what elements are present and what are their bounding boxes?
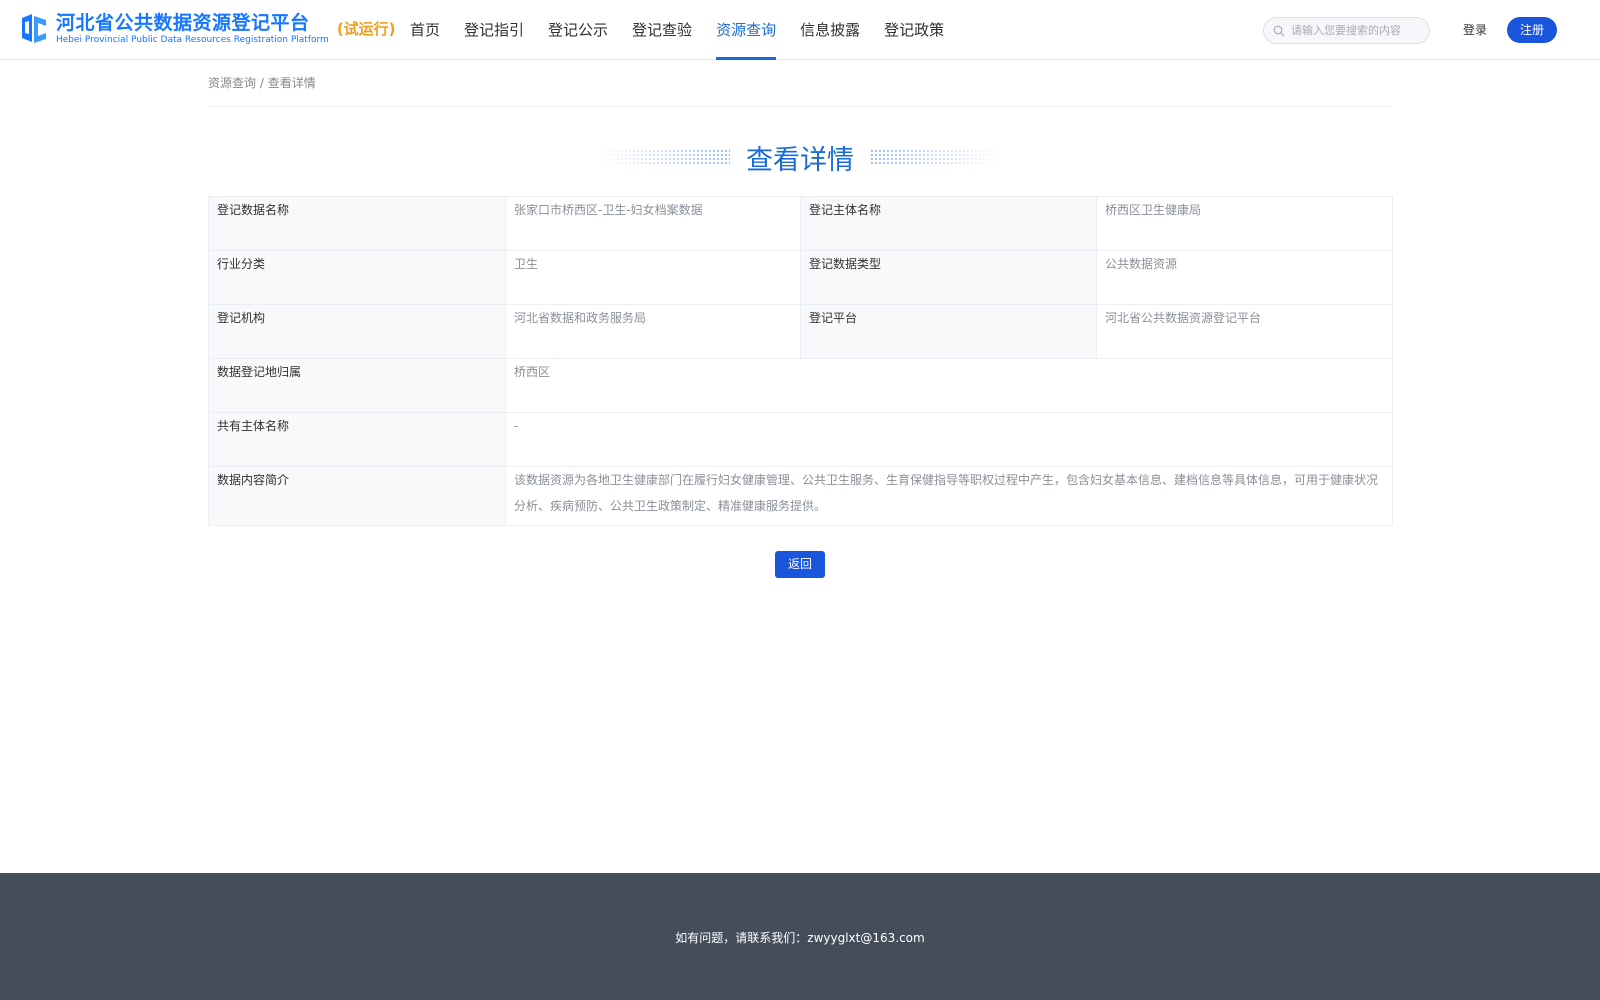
detail-table: 登记数据名称 张家口市桥西区-卫生-妇女档案数据 登记主体名称 桥西区卫生健康局…: [208, 196, 1393, 526]
search-box: [1263, 17, 1430, 44]
field-value: 公共数据资源: [1096, 250, 1393, 305]
nav-item-guide[interactable]: 登记指引: [464, 0, 524, 60]
site-logo[interactable]: 河北省公共数据资源登记平台 Hebei Provincial Public Da…: [18, 12, 396, 46]
field-value: 桥西区卫生健康局: [1096, 196, 1393, 251]
breadcrumb-parent[interactable]: 资源查询: [208, 76, 256, 90]
field-value: 河北省数据和政务服务局: [505, 304, 801, 359]
field-label: 登记平台: [800, 304, 1097, 359]
title-left-decoration: [600, 149, 730, 165]
field-label: 共有主体名称: [208, 412, 506, 467]
table-row: 登记数据名称 张家口市桥西区-卫生-妇女档案数据 登记主体名称 桥西区卫生健康局: [208, 196, 1393, 251]
field-label: 数据内容简介: [208, 466, 506, 526]
breadcrumb: 资源查询 / 查看详情: [208, 74, 1392, 107]
page-title-area: 查看详情: [208, 132, 1392, 182]
field-label: 行业分类: [208, 250, 506, 305]
field-value-description: 该数据资源为各地卫生健康部门在履行妇女健康管理、公共卫生服务、生育保健指导等职权…: [505, 466, 1393, 526]
nav-item-publicity[interactable]: 登记公示: [548, 0, 608, 60]
nav-item-policy[interactable]: 登记政策: [884, 0, 944, 60]
field-label: 登记主体名称: [800, 196, 1097, 251]
search-input[interactable]: [1291, 24, 1426, 37]
login-link[interactable]: 登录: [1463, 21, 1487, 38]
logo-title-en: Hebei Provincial Public Data Resources R…: [56, 35, 329, 45]
field-value: 河北省公共数据资源登记平台: [1096, 304, 1393, 359]
search-icon: [1273, 25, 1285, 36]
table-row: 数据登记地归属 桥西区: [208, 358, 1393, 413]
footer-contact: 如有问题，请联系我们：zwyyglxt@163.com: [675, 931, 925, 945]
table-row: 行业分类 卫生 登记数据类型 公共数据资源: [208, 250, 1393, 305]
main-nav: 首页 登记指引 登记公示 登记查验 资源查询 信息披露 登记政策: [410, 0, 968, 60]
table-row: 登记机构 河北省数据和政务服务局 登记平台 河北省公共数据资源登记平台: [208, 304, 1393, 359]
breadcrumb-current: 查看详情: [267, 76, 316, 90]
logo-icon: [22, 14, 46, 43]
title-right-decoration: [870, 149, 1000, 165]
field-value: 桥西区: [505, 358, 1393, 413]
field-value: 张家口市桥西区-卫生-妇女档案数据: [505, 196, 801, 251]
field-label: 登记机构: [208, 304, 506, 359]
nav-item-home[interactable]: 首页: [410, 0, 440, 60]
nav-item-resource-query[interactable]: 资源查询: [716, 0, 777, 60]
table-row: 共有主体名称 -: [208, 412, 1393, 467]
field-label: 数据登记地归属: [208, 358, 506, 413]
nav-item-disclosure[interactable]: 信息披露: [800, 0, 860, 60]
register-button[interactable]: 注册: [1507, 17, 1557, 43]
field-value: -: [505, 412, 1393, 467]
logo-title-cn: 河北省公共数据资源登记平台: [56, 12, 310, 34]
page-title: 查看详情: [746, 144, 854, 176]
back-button[interactable]: 返回: [775, 551, 825, 578]
trial-badge: (试运行): [336, 20, 396, 38]
breadcrumb-separator: /: [256, 76, 268, 90]
footer: 如有问题，请联系我们：zwyyglxt@163.com: [0, 873, 1600, 1000]
table-row: 数据内容简介 该数据资源为各地卫生健康部门在履行妇女健康管理、公共卫生服务、生育…: [208, 466, 1393, 526]
field-label: 登记数据类型: [800, 250, 1097, 305]
nav-item-verify[interactable]: 登记查验: [632, 0, 692, 60]
top-header: 河北省公共数据资源登记平台 Hebei Provincial Public Da…: [0, 0, 1600, 60]
field-value: 卫生: [505, 250, 801, 305]
field-label: 登记数据名称: [208, 196, 506, 251]
